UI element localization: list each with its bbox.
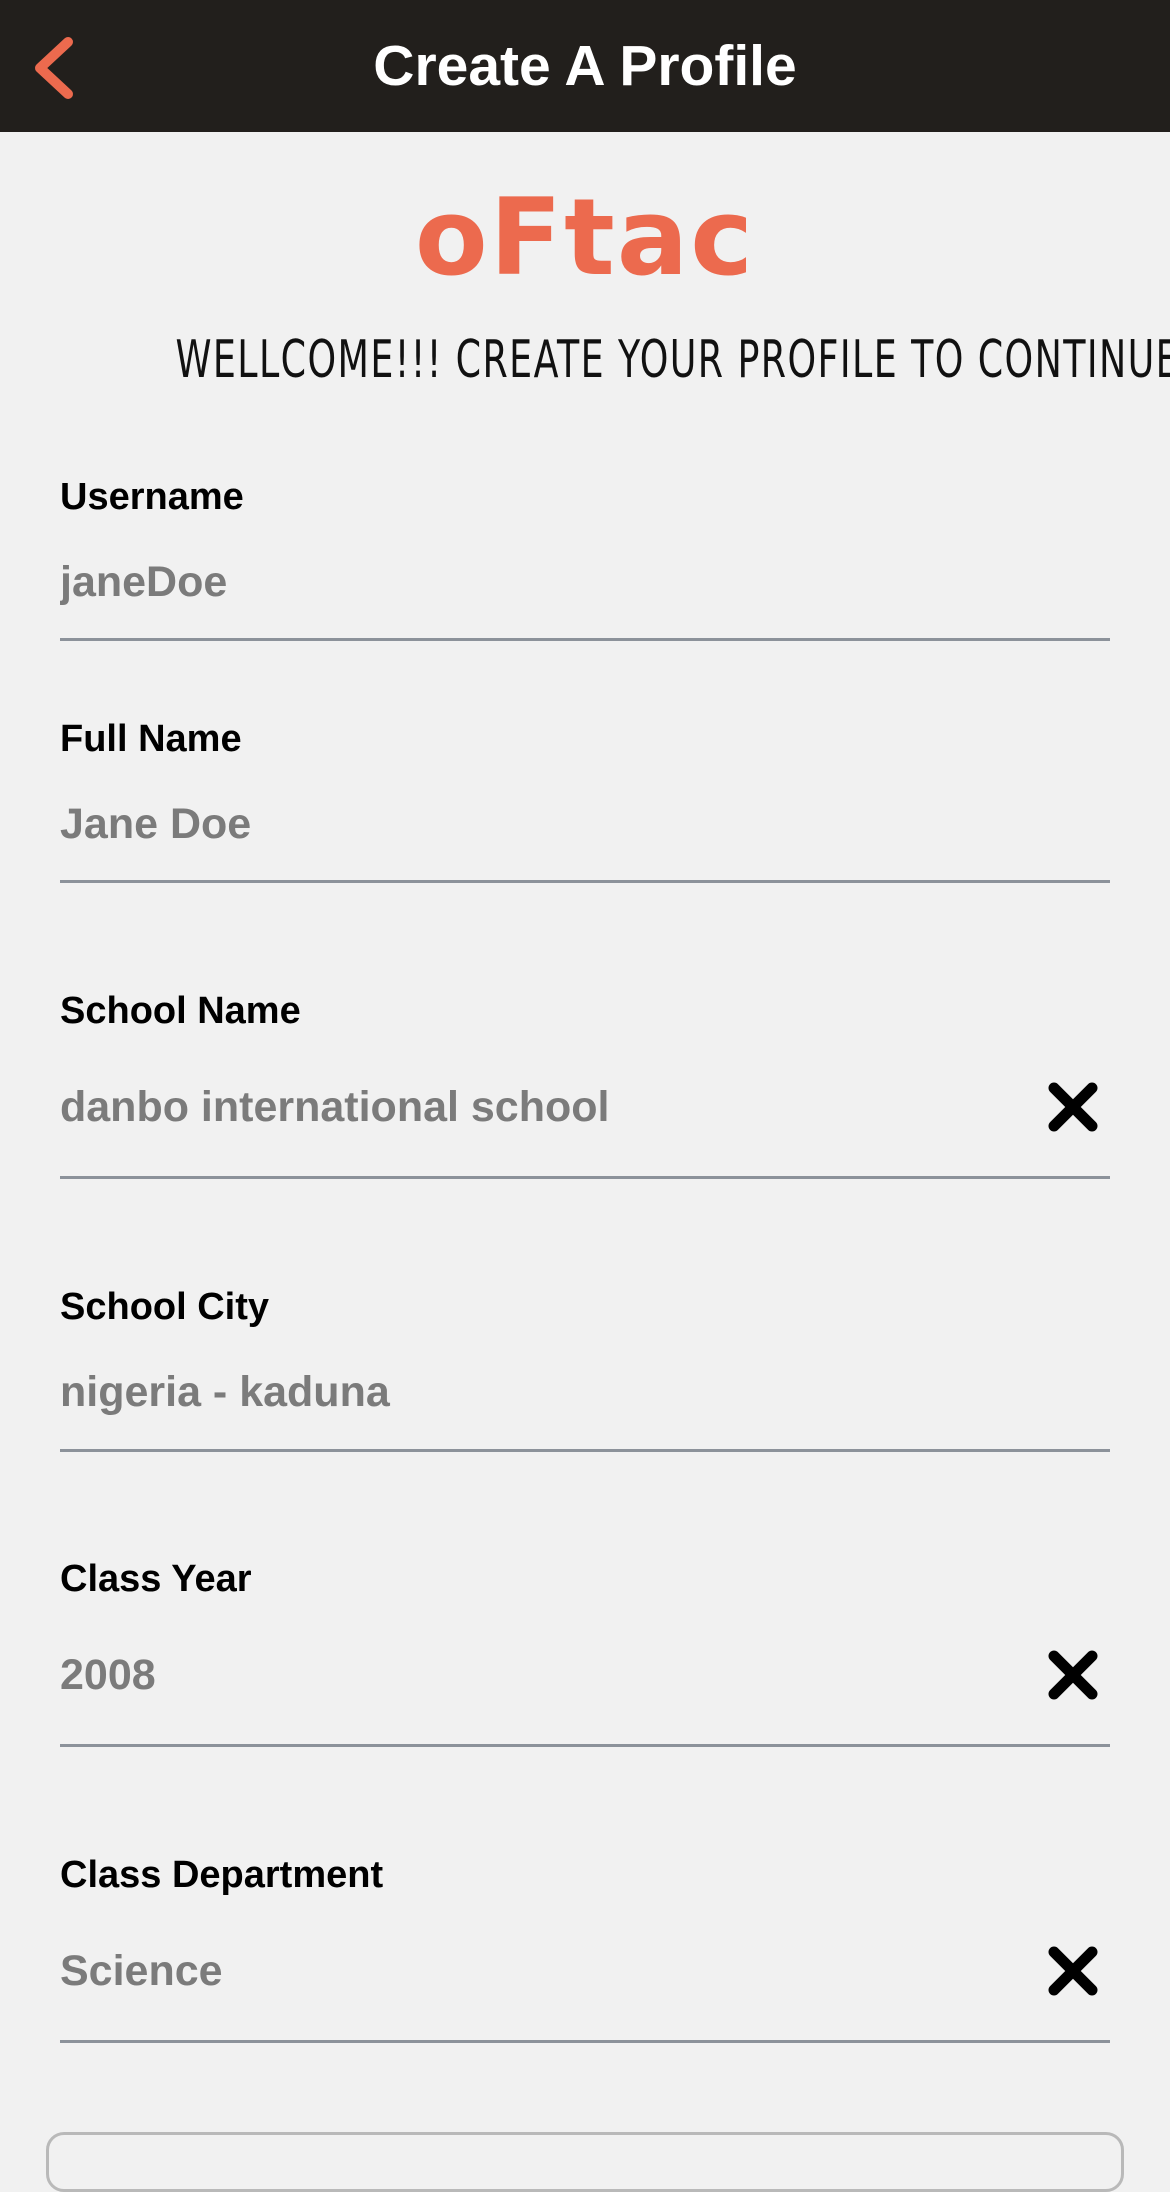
field-label: School City [60,1286,270,1328]
field-underline [60,2040,1110,2043]
field-label: Full Name [60,718,242,760]
page-title: Create A Profile [373,34,797,98]
school-name-field: School Name [60,990,1110,1180]
field-label: Username [60,476,244,518]
welcome-message: WELLCOME!!! CREATE YOUR PROFILE TO CONTI… [175,330,1170,390]
full-name-field: Full Name [60,718,1110,888]
username-field: Username [60,476,1110,646]
app-header: Create A Profile [0,0,1170,132]
clear-school-name-button[interactable] [1046,1080,1100,1134]
clear-class-department-button[interactable] [1046,1944,1100,1998]
app-logo: oFtac [414,176,756,299]
field-label: Class Department [60,1854,384,1896]
username-input[interactable] [60,552,1020,612]
class-department-input[interactable] [60,1941,1020,2001]
field-underline [60,1744,1110,1747]
school-name-input[interactable] [60,1077,1020,1137]
field-label: Class Year [60,1558,252,1600]
field-underline [60,1176,1110,1179]
school-city-field: School City [60,1286,1110,1456]
field-underline [60,638,1110,641]
close-icon [1048,1946,1098,1996]
clear-class-year-button[interactable] [1046,1648,1100,1702]
field-underline [60,880,1110,883]
class-year-input[interactable] [60,1645,1020,1705]
class-department-field: Class Department [60,1854,1110,2044]
full-name-input[interactable] [60,794,1020,854]
close-icon [1048,1082,1098,1132]
field-underline [60,1449,1110,1452]
field-label: School Name [60,990,301,1032]
close-icon [1048,1650,1098,1700]
school-city-input[interactable] [60,1362,1020,1422]
next-section-box[interactable] [46,2132,1124,2192]
class-year-field: Class Year [60,1558,1110,1748]
